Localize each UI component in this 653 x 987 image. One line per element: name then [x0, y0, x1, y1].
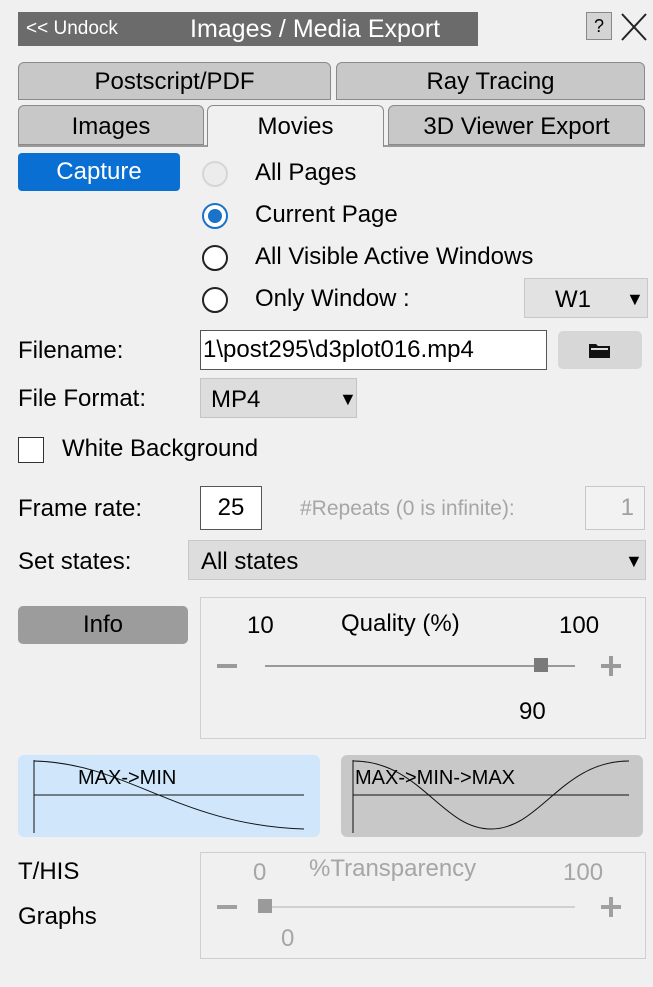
- set-states-value: All states: [201, 548, 299, 575]
- set-states-select[interactable]: All states ▼: [188, 540, 646, 580]
- max-min-max-graph-button[interactable]: MAX->MIN->MAX: [341, 755, 643, 837]
- white-background-checkbox[interactable]: [18, 437, 44, 463]
- filename-label: Filename:: [18, 337, 124, 364]
- tab-images[interactable]: Images: [18, 105, 204, 145]
- this-graphs-label-2: Graphs: [18, 903, 97, 930]
- dropdown-arrow-icon: ▼: [626, 289, 644, 309]
- dropdown-arrow-icon: ▼: [339, 389, 357, 409]
- max-min-max-label: MAX->MIN->MAX: [355, 767, 516, 789]
- file-format-select[interactable]: MP4 ▼: [200, 378, 357, 418]
- transparency-max-label: 100: [563, 859, 604, 886]
- folder-icon: [589, 344, 610, 358]
- radio-all-pages: [202, 161, 228, 187]
- window-select[interactable]: W1 ▼: [524, 278, 648, 318]
- transparency-min-label: 0: [253, 859, 267, 886]
- undock-button[interactable]: << Undock: [26, 18, 118, 40]
- max-min-graph-button[interactable]: MAX->MIN: [18, 755, 320, 837]
- capture-button[interactable]: Capture: [18, 153, 180, 191]
- frame-rate-label: Frame rate:: [18, 495, 143, 522]
- file-format-value: MP4: [211, 386, 261, 413]
- radio-current-page-label: Current Page: [255, 201, 398, 228]
- increase-icon-vertical: [609, 656, 613, 676]
- transparency-value: 0: [281, 925, 295, 952]
- window-select-value: W1: [555, 286, 591, 313]
- tab-postscript-pdf[interactable]: Postscript/PDF: [18, 62, 331, 100]
- transparency-slider-track: [265, 906, 575, 908]
- tab-ray-tracing[interactable]: Ray Tracing: [336, 62, 645, 100]
- dropdown-arrow-icon: ▼: [625, 551, 643, 571]
- transparency-panel: 0 %Transparency 100 0: [200, 852, 646, 959]
- quality-slider-track[interactable]: [265, 665, 575, 667]
- quality-panel: 10 Quality (%) 100 90: [200, 597, 646, 739]
- quality-title: Quality (%): [341, 610, 460, 637]
- tab-3d-viewer-export[interactable]: 3D Viewer Export: [388, 105, 645, 145]
- transparency-slider-handle: [258, 899, 272, 913]
- repeats-input: 1: [585, 486, 645, 530]
- increase-icon-vertical: [609, 897, 613, 917]
- decrease-icon[interactable]: [217, 664, 237, 668]
- transparency-title: %Transparency: [309, 855, 477, 882]
- set-states-label: Set states:: [18, 548, 132, 575]
- browse-button[interactable]: [558, 331, 642, 369]
- repeats-label: #Repeats (0 is infinite):: [300, 497, 515, 520]
- file-format-label: File Format:: [18, 385, 147, 412]
- quality-slider-handle[interactable]: [533, 658, 548, 672]
- radio-all-pages-label: All Pages: [255, 159, 357, 186]
- radio-all-visible-windows-label: All Visible Active Windows: [255, 243, 534, 270]
- tab-movies[interactable]: Movies: [207, 105, 384, 147]
- radio-only-window[interactable]: [202, 287, 228, 313]
- frame-rate-input[interactable]: 25: [200, 486, 262, 530]
- quality-max-label: 100: [559, 612, 600, 639]
- white-background-label: White Background: [62, 435, 259, 462]
- quality-min-label: 10: [247, 612, 274, 639]
- max-min-label: MAX->MIN: [78, 767, 177, 789]
- help-button[interactable]: ?: [586, 12, 612, 40]
- radio-current-page[interactable]: [202, 203, 228, 229]
- decrease-icon: [217, 905, 237, 909]
- radio-all-visible-windows[interactable]: [202, 245, 228, 271]
- close-icon[interactable]: [616, 10, 650, 44]
- this-graphs-label-1: T/HIS: [18, 858, 80, 885]
- filename-input[interactable]: 1\post295\d3plot016.mp4: [200, 330, 547, 370]
- window-title: Images / Media Export: [190, 15, 441, 43]
- quality-value: 90: [519, 698, 546, 725]
- info-button[interactable]: Info: [18, 606, 188, 644]
- radio-only-window-label: Only Window :: [255, 285, 410, 312]
